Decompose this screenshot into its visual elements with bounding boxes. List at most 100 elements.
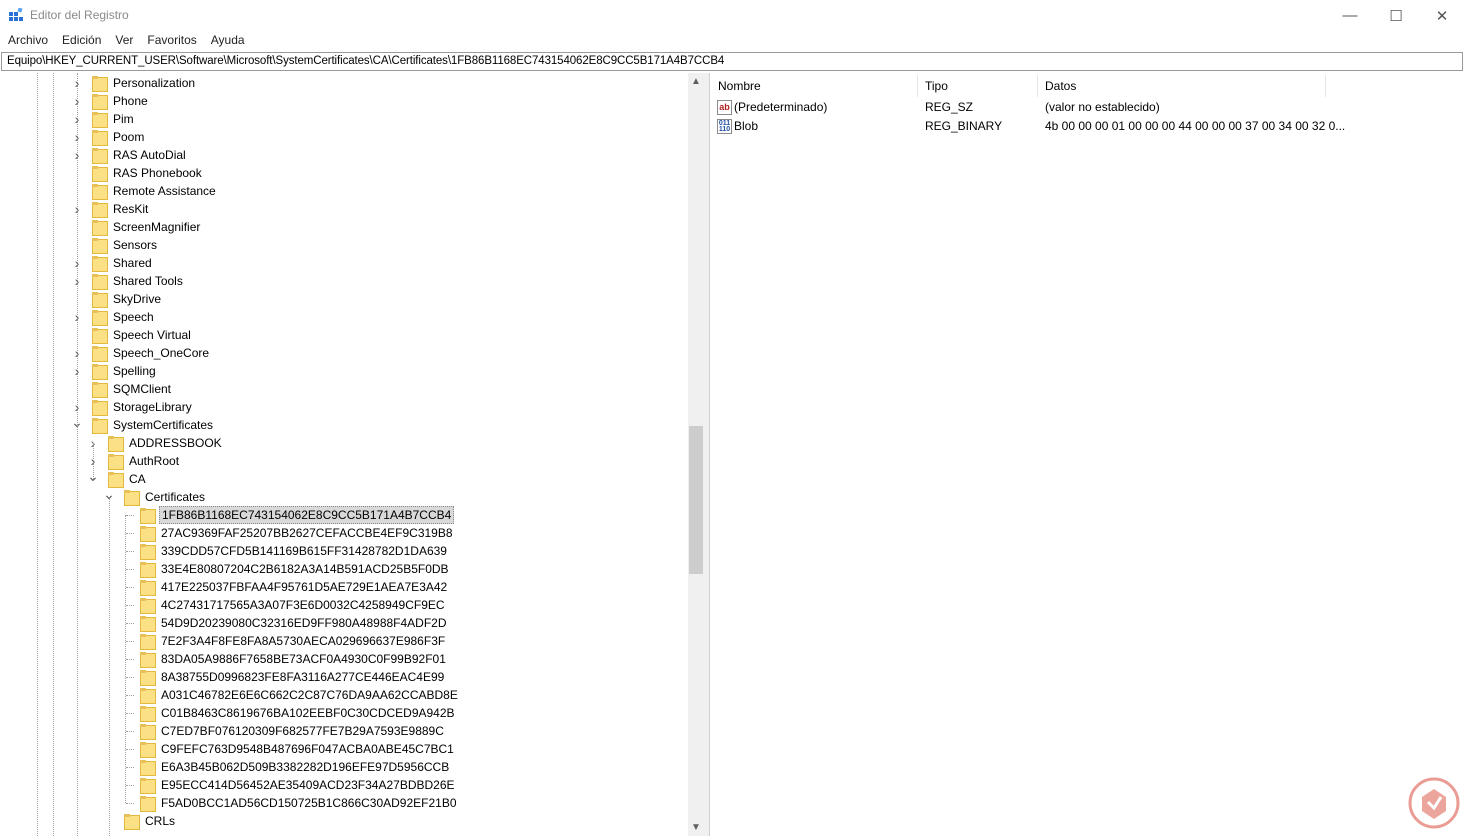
tree-item[interactable]: 4C27431717565A3A07F3E6D0032C4258949CF9EC: [120, 596, 447, 614]
tree-guide-line: [93, 443, 94, 481]
folder-icon: [92, 256, 108, 272]
tree-item[interactable]: › Speech: [72, 308, 156, 326]
tree-item[interactable]: 1FB86B1168EC743154062E8C9CC5B171A4B7CCB4: [120, 506, 455, 524]
tree-guide-line: [37, 73, 38, 836]
tree-guide-line: [126, 677, 134, 678]
value-type: REG_SZ: [925, 100, 974, 114]
tree-item[interactable]: ⌄ Certificates: [103, 486, 207, 506]
tree-item-label: AuthRoot: [129, 454, 180, 468]
column-header-tipo[interactable]: Tipo: [918, 75, 1038, 97]
tree-item[interactable]: › AuthRoot: [88, 452, 181, 470]
title-bar: Editor del Registro — ☐ ✕: [0, 0, 1465, 31]
tree-item-label: Speech_OneCore: [113, 346, 210, 360]
column-header-datos[interactable]: Datos: [1038, 75, 1326, 97]
menu-ayuda[interactable]: Ayuda: [203, 31, 251, 51]
tree-guide-line: [126, 695, 134, 696]
tree-item[interactable]: 339CDD57CFD5B141169B615FF31428782D1DA639: [120, 542, 449, 560]
tree-item-label: ADDRESSBOOK: [129, 436, 222, 450]
tree-item-label: 339CDD57CFD5B141169B615FF31428782D1DA639: [161, 544, 447, 558]
tree-item[interactable]: A031C46782E6E6C662C2C87C76DA9AA62CCABD8E: [120, 686, 460, 704]
tree-item[interactable]: 54D9D20239080C32316ED9FF980A48988F4ADF2D: [120, 614, 449, 632]
tree-item-label: Spelling: [113, 364, 156, 378]
scroll-down-arrow-icon[interactable]: ▼: [688, 819, 704, 836]
value-type: REG_BINARY: [925, 119, 1003, 133]
tree-item-label: 54D9D20239080C32316ED9FF980A48988F4ADF2D: [161, 616, 447, 630]
menu-ver[interactable]: Ver: [107, 31, 139, 51]
tree-item[interactable]: 83DA05A9886F7658BE73ACF0A4930C0F99B92F01: [120, 650, 448, 668]
value-row[interactable]: ab (Predeterminado) REG_SZ (valor no est…: [711, 98, 1464, 117]
value-row[interactable]: 011 110 Blob REG_BINARY 4b 00 00 00 01 0…: [711, 117, 1464, 136]
folder-icon: [92, 130, 108, 146]
tree-item[interactable]: Remote Assistance: [72, 182, 218, 200]
tree-guide-line: [53, 73, 54, 836]
tree-item[interactable]: 27AC9369FAF25207BB2627CEFACCBE4EF9C319B8: [120, 524, 455, 542]
tree-item[interactable]: E95ECC414D56452AE35409ACD23F34A27BDBD26E: [120, 776, 457, 794]
tree-item[interactable]: C01B8463C8619676BA102EEBF0C30CDCED9A942B: [120, 704, 457, 722]
tree-item-label: 1FB86B1168EC743154062E8C9CC5B171A4B7CCB4: [159, 506, 455, 524]
values-list: Nombre Tipo Datos ab (Predeterminado) RE…: [711, 73, 1464, 836]
menu-favoritos[interactable]: Favoritos: [139, 31, 202, 51]
tree-item-label: Shared: [113, 256, 152, 270]
tree-item-label: Remote Assistance: [113, 184, 216, 198]
tree-item[interactable]: Sensors: [72, 236, 159, 254]
menu-archivo[interactable]: Archivo: [0, 31, 54, 51]
tree-item[interactable]: ⌄ CA: [87, 468, 148, 488]
tree-item-label: StorageLibrary: [113, 400, 192, 414]
tree-item[interactable]: F5AD0BCC1AD56CD150725B1C866C30AD92EF21B0: [120, 794, 459, 812]
tree-guide-line: [126, 749, 134, 750]
tree-item[interactable]: › ADDRESSBOOK: [88, 434, 224, 452]
tree-item[interactable]: › Spelling: [72, 362, 158, 380]
tree-item[interactable]: › ResKit: [72, 200, 150, 218]
tree-item[interactable]: › StorageLibrary: [72, 398, 194, 416]
tree-item[interactable]: 417E225037FBFAA4F95761D5AE729E1AEA7E3A42: [120, 578, 449, 596]
tree-vertical-scrollbar[interactable]: ▲ ▼: [688, 73, 704, 836]
minimize-button[interactable]: —: [1327, 0, 1373, 31]
tree-item[interactable]: › Shared: [72, 254, 154, 272]
tree-item[interactable]: SkyDrive: [72, 290, 163, 308]
tree-item-label: SQMClient: [113, 382, 172, 396]
tree-item[interactable]: › Pim: [72, 110, 136, 128]
folder-icon: [92, 112, 108, 128]
tree-item[interactable]: ScreenMagnifier: [72, 218, 202, 236]
tree-item-label: 417E225037FBFAA4F95761D5AE729E1AEA7E3A42: [161, 580, 448, 594]
folder-icon: [140, 598, 156, 614]
folder-icon: [92, 346, 108, 362]
tree-item[interactable]: SQMClient: [72, 380, 173, 398]
folder-icon: [124, 814, 140, 830]
value-name: (Predeterminado): [734, 100, 828, 114]
column-header-nombre[interactable]: Nombre: [711, 75, 918, 97]
tree-item[interactable]: C7ED7BF076120309F682577FE7B29A7593E9889C: [120, 722, 446, 740]
tree-item-label: E6A3B45B062D509B3382282D196EFE97D5956CCB: [161, 760, 450, 774]
tree-item[interactable]: › RAS AutoDial: [72, 146, 188, 164]
folder-icon: [108, 472, 124, 488]
folder-icon: [140, 544, 156, 560]
menu-edicion[interactable]: Edición: [54, 31, 107, 51]
tree-item[interactable]: CRLs: [104, 812, 177, 830]
tree-item[interactable]: 8A38755D0996823FE8FA3116A277CE446EAC4E99: [120, 668, 446, 686]
maximize-button[interactable]: ☐: [1373, 0, 1419, 31]
tree-guide-line: [77, 73, 78, 425]
tree-item[interactable]: 33E4E80807204C2B6182A3A14B591ACD25B5F0DB: [120, 560, 451, 578]
tree-item[interactable]: RAS Phonebook: [72, 164, 204, 182]
tree-item-label: SystemCertificates: [113, 418, 214, 432]
tree-item[interactable]: › Poom: [72, 128, 146, 146]
folder-icon: [140, 580, 156, 596]
tree-item[interactable]: Speech Virtual: [72, 326, 193, 344]
address-bar[interactable]: Equipo\HKEY_CURRENT_USER\Software\Micros…: [1, 52, 1463, 71]
close-button[interactable]: ✕: [1419, 0, 1465, 31]
folder-icon: [140, 778, 156, 794]
tree-item[interactable]: 7E2F3A4F8FE8FA8A5730AECA029696637E986F3F: [120, 632, 447, 650]
scrollbar-thumb[interactable]: [689, 426, 703, 574]
folder-icon: [108, 436, 124, 452]
folder-icon: [92, 292, 108, 308]
tree-item[interactable]: ⌄ SystemCertificates: [71, 414, 215, 434]
tree-item-label: 8A38755D0996823FE8FA3116A277CE446EAC4E99: [161, 670, 445, 684]
tree-item[interactable]: E6A3B45B062D509B3382282D196EFE97D5956CCB: [120, 758, 451, 776]
tree-item[interactable]: › Shared Tools: [72, 272, 185, 290]
tree-item[interactable]: › Phone: [72, 92, 150, 110]
pane-splitter[interactable]: [704, 73, 710, 836]
scroll-up-arrow-icon[interactable]: ▲: [688, 73, 704, 90]
tree-item[interactable]: › Speech_OneCore: [72, 344, 211, 362]
tree-item[interactable]: › Personalization: [72, 74, 197, 92]
tree-item[interactable]: C9FEFC763D9548B487696F047ACBA0ABE45C7BC1: [120, 740, 456, 758]
